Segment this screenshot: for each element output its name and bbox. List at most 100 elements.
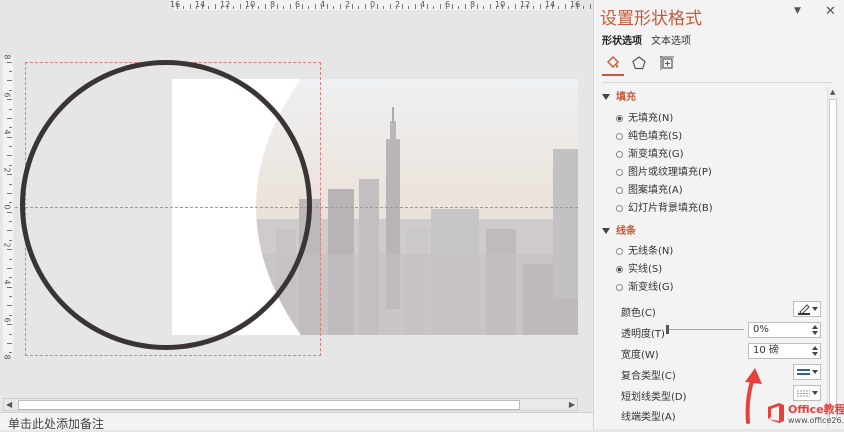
notes-pane[interactable]: 单击此处添加备注 [0,412,593,432]
radio-no-fill[interactable]: 无填充(N) [616,109,673,124]
chevron-down-icon [812,370,818,374]
ruler-tick [9,183,12,185]
ruler-tick [570,6,572,9]
line-section-header[interactable]: 线条 [602,222,636,237]
ruler-tick [527,4,529,9]
pane-scroll-thumb[interactable] [829,99,837,419]
fill-line-icon[interactable] [602,52,624,76]
transparency-input[interactable]: 0% [748,322,821,338]
ruler-tick [239,4,241,9]
spin-up-icon[interactable] [812,346,818,350]
ruler-tick [245,6,247,9]
ruler-tick [433,6,435,9]
spin-down-icon[interactable] [812,352,818,356]
ruler-tick [445,6,447,9]
ruler-tick [370,6,372,9]
radio-gradient-line[interactable]: 渐变线(G) [616,278,674,293]
ruler-tick [7,267,12,269]
tab-text-options[interactable]: 文本选项 [651,32,691,47]
ruler-tick [545,6,547,9]
spin-up-icon[interactable] [812,325,818,329]
radio-label: 无线条(N) [628,246,674,257]
ruler-tick [577,4,579,9]
ruler-tick [9,164,12,166]
scroll-right-icon[interactable]: ▶ [569,399,575,410]
ruler-tick [345,6,347,9]
ruler-tick [9,333,12,335]
ruler-tick [9,89,12,91]
vertical-ruler: 8 6 4 2 0 2 4 6 8 [2,54,13,360]
radio-label: 实线(S) [628,264,663,275]
radio-slide-background-fill[interactable]: 幻灯片背景填充(B) [616,199,713,214]
ruler-tick [208,6,210,9]
radio-label: 渐变线(G) [628,282,674,293]
radio-dot [616,266,623,273]
radio-solid-line[interactable]: 实线(S) [616,260,662,275]
ruler-tick [414,4,416,9]
radio-picture-fill[interactable]: 图片或纹理填充(P) [616,163,712,178]
color-dropdown[interactable] [793,301,821,317]
tab-shape-options[interactable]: 形状选项 [602,32,642,47]
ruler-tick [377,4,379,9]
ruler-tick [7,324,12,326]
radio-gradient-fill[interactable]: 渐变填充(G) [616,145,684,160]
ruler-tick [420,6,422,9]
ruler-tick [183,6,185,9]
office26-watermark-logo: Office教程网 www.office26.com [764,399,844,429]
ruler-tick [358,6,360,9]
ruler-label: 16 [170,0,181,9]
radio-no-line[interactable]: 无线条(N) [616,242,673,257]
ruler-tick [327,4,329,9]
compound-lines-icon [797,369,810,375]
pane-vertical-scrollbar[interactable]: ▲ [827,87,839,429]
scroll-left-icon[interactable]: ◀ [6,399,12,410]
ruler-tick [458,6,460,9]
slider-handle[interactable] [666,325,669,334]
ruler-tick [427,4,429,9]
effects-pentagon-icon[interactable] [628,52,650,74]
radio-pattern-fill[interactable]: 图案填充(A) [616,181,683,196]
fill-section-header[interactable]: 填充 [602,88,636,103]
ruler-tick [7,117,12,119]
office-logo-icon [768,403,784,423]
ruler-tick [520,6,522,9]
ruler-label: 8 [2,354,12,360]
radio-dot [616,115,623,122]
ruler-tick [264,4,266,9]
ruler-tick [464,4,466,9]
circle-shape[interactable] [20,60,312,350]
ruler-tick [9,71,12,73]
ruler-tick [7,305,12,307]
ruler-tick [214,4,216,9]
close-icon[interactable]: ✕ [825,4,836,19]
pen-color-icon [798,304,810,315]
radio-solid-fill[interactable]: 纯色填充(S) [616,127,682,142]
ruler-tick [9,202,12,204]
width-value: 10 磅 [753,345,779,356]
ruler-tick [439,4,441,9]
ruler-tick [583,6,585,9]
ruler-tick [227,4,229,9]
horizontal-scrollbar[interactable]: ◀ ▶ [3,398,578,411]
horizontal-scroll-thumb[interactable] [18,400,520,410]
ruler-tick [402,4,404,9]
transparency-slider[interactable] [666,325,744,334]
width-input[interactable]: 10 磅 [748,343,821,359]
size-properties-icon[interactable] [656,52,678,74]
ruler-tick [383,6,385,9]
ruler-tick [7,136,12,138]
ruler-tick [508,6,510,9]
scroll-up-icon[interactable]: ▲ [830,88,835,96]
ruler-tick [277,4,279,9]
notes-placeholder[interactable]: 单击此处添加备注 [8,415,104,432]
pane-options-chevron-icon[interactable]: ▼ [794,6,801,16]
radio-label: 图案填充(A) [628,185,683,196]
transparency-value: 0% [753,324,769,335]
ruler-label: 2 [2,241,12,248]
ruler-label: 4 [2,129,12,135]
ruler-tick [9,352,12,354]
ruler-tick [9,221,12,223]
compound-type-dropdown[interactable] [793,364,821,380]
ruler-tick [470,6,472,9]
spin-down-icon[interactable] [812,331,818,335]
